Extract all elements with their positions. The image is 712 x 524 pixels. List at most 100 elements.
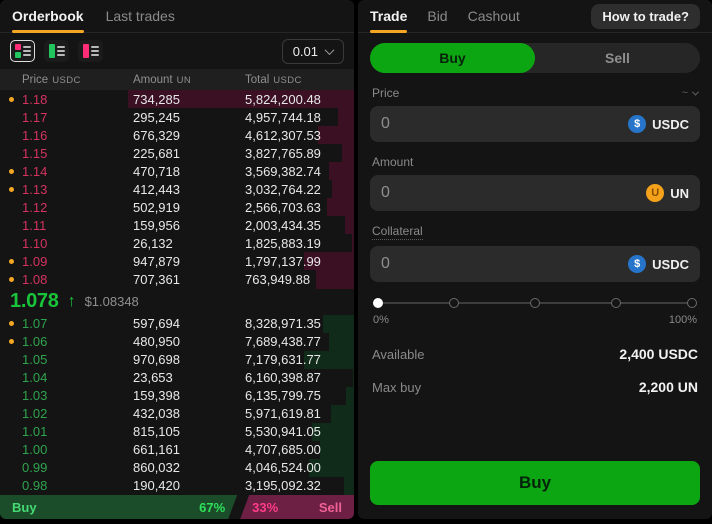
- order-amount: 707,361: [133, 272, 245, 287]
- price-up-arrow-icon: ↑: [68, 293, 76, 311]
- order-amount: 734,285: [133, 92, 245, 107]
- orderbook-row[interactable]: 1.01 815,105 5,530,941.05: [0, 423, 354, 441]
- orderbook-row[interactable]: 1.02 432,038 5,971,619.81: [0, 405, 354, 423]
- order-price: 1.18: [0, 92, 133, 107]
- order-amount: 597,694: [133, 316, 245, 331]
- total-column-header: TotalUSDC: [245, 74, 354, 86]
- submit-buy-button[interactable]: Buy: [370, 461, 700, 505]
- tab-orderbook[interactable]: Orderbook: [12, 0, 84, 32]
- order-amount: 480,950: [133, 334, 245, 349]
- orderbook-row[interactable]: 1.14 470,718 3,569,382.74: [0, 162, 354, 180]
- slider-stop[interactable]: [530, 298, 540, 308]
- open-order-dot-icon: [9, 277, 14, 282]
- collateral-asset-label: USDC: [652, 257, 689, 272]
- order-amount: 295,245: [133, 110, 245, 125]
- orderbook-row[interactable]: 1.03 159,398 6,135,799.75: [0, 387, 354, 405]
- orderbook-row[interactable]: 1.04 23,653 6,160,398.87: [0, 369, 354, 387]
- usdc-icon: [628, 115, 646, 133]
- order-price: 1.07: [0, 316, 133, 331]
- orderbook-row[interactable]: 1.18 734,285 5,824,200.48: [0, 90, 354, 108]
- slider-stop[interactable]: [449, 298, 459, 308]
- price-approx-toggle[interactable]: ~: [682, 87, 698, 99]
- un-icon: [646, 184, 664, 202]
- orderbook-row[interactable]: 1.17 295,245 4,957,744.18: [0, 108, 354, 126]
- order-total: 2,566,703.63: [245, 200, 354, 215]
- order-total: 6,160,398.87: [245, 370, 354, 385]
- orderbook-row[interactable]: 0.99 860,032 4,046,524.00: [0, 459, 354, 477]
- amount-column-header: AmountUN: [133, 74, 245, 86]
- order-total: 763,949.88: [245, 272, 354, 287]
- collateral-field-label: Collateral: [372, 224, 698, 240]
- order-total: 3,032,764.22: [245, 182, 354, 197]
- buy-ratio-percent: 67%: [199, 500, 225, 515]
- orderbook-row[interactable]: 0.98 190,420 3,195,092.32: [0, 477, 354, 495]
- slider-min-label: 0%: [373, 314, 389, 326]
- order-total: 1,797,137.99: [245, 254, 354, 269]
- orderbook-row[interactable]: 1.11 159,956 2,003,434.35: [0, 216, 354, 234]
- price-input[interactable]: 0 USDC: [370, 106, 700, 142]
- bids-only-view-button[interactable]: [44, 40, 69, 62]
- order-price: 1.13: [0, 182, 133, 197]
- orderbook-row[interactable]: 1.16 676,329 4,612,307.53: [0, 126, 354, 144]
- asks-only-icon: [83, 44, 89, 58]
- order-total: 4,046,524.00: [245, 460, 354, 475]
- orderbook-row[interactable]: 1.12 502,919 2,566,703.63: [0, 198, 354, 216]
- order-amount: 190,420: [133, 478, 245, 493]
- combined-book-icon: [15, 44, 21, 58]
- order-price: 1.00: [0, 442, 133, 457]
- order-price: 1.09: [0, 254, 133, 269]
- how-to-trade-button[interactable]: How to trade?: [591, 4, 700, 29]
- order-total: 4,957,744.18: [245, 110, 354, 125]
- tab-last-trades[interactable]: Last trades: [106, 0, 175, 32]
- open-order-dot-icon: [9, 259, 14, 264]
- amount-asset-label: UN: [670, 186, 689, 201]
- order-amount: 159,398: [133, 388, 245, 403]
- order-price: 1.12: [0, 200, 133, 215]
- order-amount: 502,919: [133, 200, 245, 215]
- bids-only-icon: [49, 44, 55, 58]
- tab-trade[interactable]: Trade: [370, 0, 407, 32]
- chevron-down-icon: [692, 88, 699, 95]
- order-price: 1.03: [0, 388, 133, 403]
- available-row: Available 2,400 USDC: [372, 346, 698, 362]
- orderbook-row[interactable]: 1.09 947,879 1,797,137.99: [0, 252, 354, 270]
- price-field-label: Price ~: [372, 86, 698, 100]
- amount-field-label: Amount: [372, 155, 698, 169]
- tab-bid[interactable]: Bid: [427, 0, 447, 32]
- orderbook-row[interactable]: 1.00 661,161 4,707,685.00: [0, 441, 354, 459]
- trade-panel: Trade Bid Cashout How to trade? Buy Sell…: [358, 0, 712, 519]
- order-total: 5,971,619.81: [245, 406, 354, 421]
- order-price: 0.99: [0, 460, 133, 475]
- order-total: 1,825,883.19: [245, 236, 354, 251]
- orderbook-row[interactable]: 1.05 970,698 7,179,631.77: [0, 351, 354, 369]
- order-price: 1.17: [0, 110, 133, 125]
- orderbook-row[interactable]: 1.08 707,361 763,949.88: [0, 270, 354, 288]
- orderbook-row[interactable]: 1.10 26,132 1,825,883.19: [0, 234, 354, 252]
- tab-cashout[interactable]: Cashout: [468, 0, 520, 32]
- order-total: 7,689,438.77: [245, 334, 354, 349]
- sell-ratio-percent: 33%: [252, 500, 278, 515]
- buy-toggle-button[interactable]: Buy: [370, 43, 535, 73]
- order-amount: 947,879: [133, 254, 245, 269]
- size-percent-slider[interactable]: [373, 297, 697, 309]
- slider-stop[interactable]: [611, 298, 621, 308]
- orderbook-row[interactable]: 1.07 597,694 8,328,971.35: [0, 315, 354, 333]
- sell-toggle-button[interactable]: Sell: [535, 43, 700, 73]
- order-price: 1.15: [0, 146, 133, 161]
- order-amount: 470,718: [133, 164, 245, 179]
- orderbook-row[interactable]: 1.15 225,681 3,827,765.89: [0, 144, 354, 162]
- last-price-row: 1.078 ↑ $1.08348: [0, 289, 354, 315]
- tick-size-dropdown[interactable]: 0.01: [282, 39, 344, 64]
- slider-handle[interactable]: [373, 298, 383, 308]
- asks-only-view-button[interactable]: [78, 40, 103, 62]
- slider-stop[interactable]: [687, 298, 697, 308]
- orderbook-row[interactable]: 1.06 480,950 7,689,438.77: [0, 333, 354, 351]
- order-total: 2,003,434.35: [245, 218, 354, 233]
- order-total: 7,179,631.77: [245, 352, 354, 367]
- combined-book-view-button[interactable]: [10, 40, 35, 62]
- order-amount: 432,038: [133, 406, 245, 421]
- collateral-input[interactable]: 0 USDC: [370, 246, 700, 282]
- sell-ratio-label: Sell: [319, 500, 342, 515]
- amount-input[interactable]: 0 UN: [370, 175, 700, 211]
- orderbook-row[interactable]: 1.13 412,443 3,032,764.22: [0, 180, 354, 198]
